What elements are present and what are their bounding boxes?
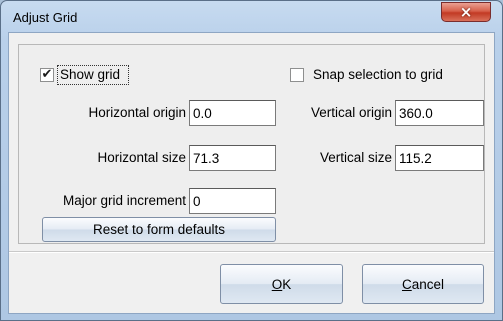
horizontal-origin-label: Horizontal origin: [88, 105, 186, 120]
window-title: Adjust Grid: [13, 10, 78, 25]
show-grid-label[interactable]: Show grid: [60, 67, 120, 82]
ok-button[interactable]: OK: [220, 264, 343, 304]
reset-to-defaults-button[interactable]: Reset to form defaults: [42, 217, 276, 242]
ok-mnemonic: O: [271, 276, 283, 292]
horizontal-size-input[interactable]: [189, 145, 276, 171]
close-icon: ×: [459, 3, 473, 21]
vertical-size-label: Vertical size: [319, 150, 392, 165]
checkmark-icon: ✔: [41, 67, 53, 82]
major-grid-increment-label: Major grid increment: [62, 193, 186, 208]
horizontal-origin-input[interactable]: [189, 100, 276, 126]
dialog-body: ✔ Show grid Snap selection to grid Horiz…: [8, 32, 495, 314]
vertical-origin-input[interactable]: [395, 100, 484, 126]
adjust-grid-dialog: Adjust Grid × ✔ Show grid Snap selection…: [0, 0, 503, 321]
major-grid-increment-input[interactable]: [189, 188, 276, 214]
vertical-origin-label: Vertical origin: [310, 105, 392, 120]
horizontal-size-label: Horizontal size: [97, 150, 186, 165]
cancel-label-rest: ancel: [411, 276, 445, 292]
vertical-size-input[interactable]: [395, 145, 484, 171]
close-button[interactable]: ×: [441, 2, 491, 22]
separator: [9, 251, 494, 253]
cancel-button[interactable]: Cancel: [362, 264, 484, 304]
grid-settings-panel: ✔ Show grid Snap selection to grid Horiz…: [18, 44, 485, 244]
cancel-mnemonic: C: [401, 276, 412, 292]
show-grid-checkbox[interactable]: ✔: [40, 68, 54, 82]
snap-to-grid-checkbox[interactable]: [290, 68, 304, 82]
title-bar[interactable]: Adjust Grid ×: [1, 1, 502, 31]
snap-to-grid-label[interactable]: Snap selection to grid: [313, 67, 443, 82]
ok-label-rest: K: [282, 276, 292, 292]
